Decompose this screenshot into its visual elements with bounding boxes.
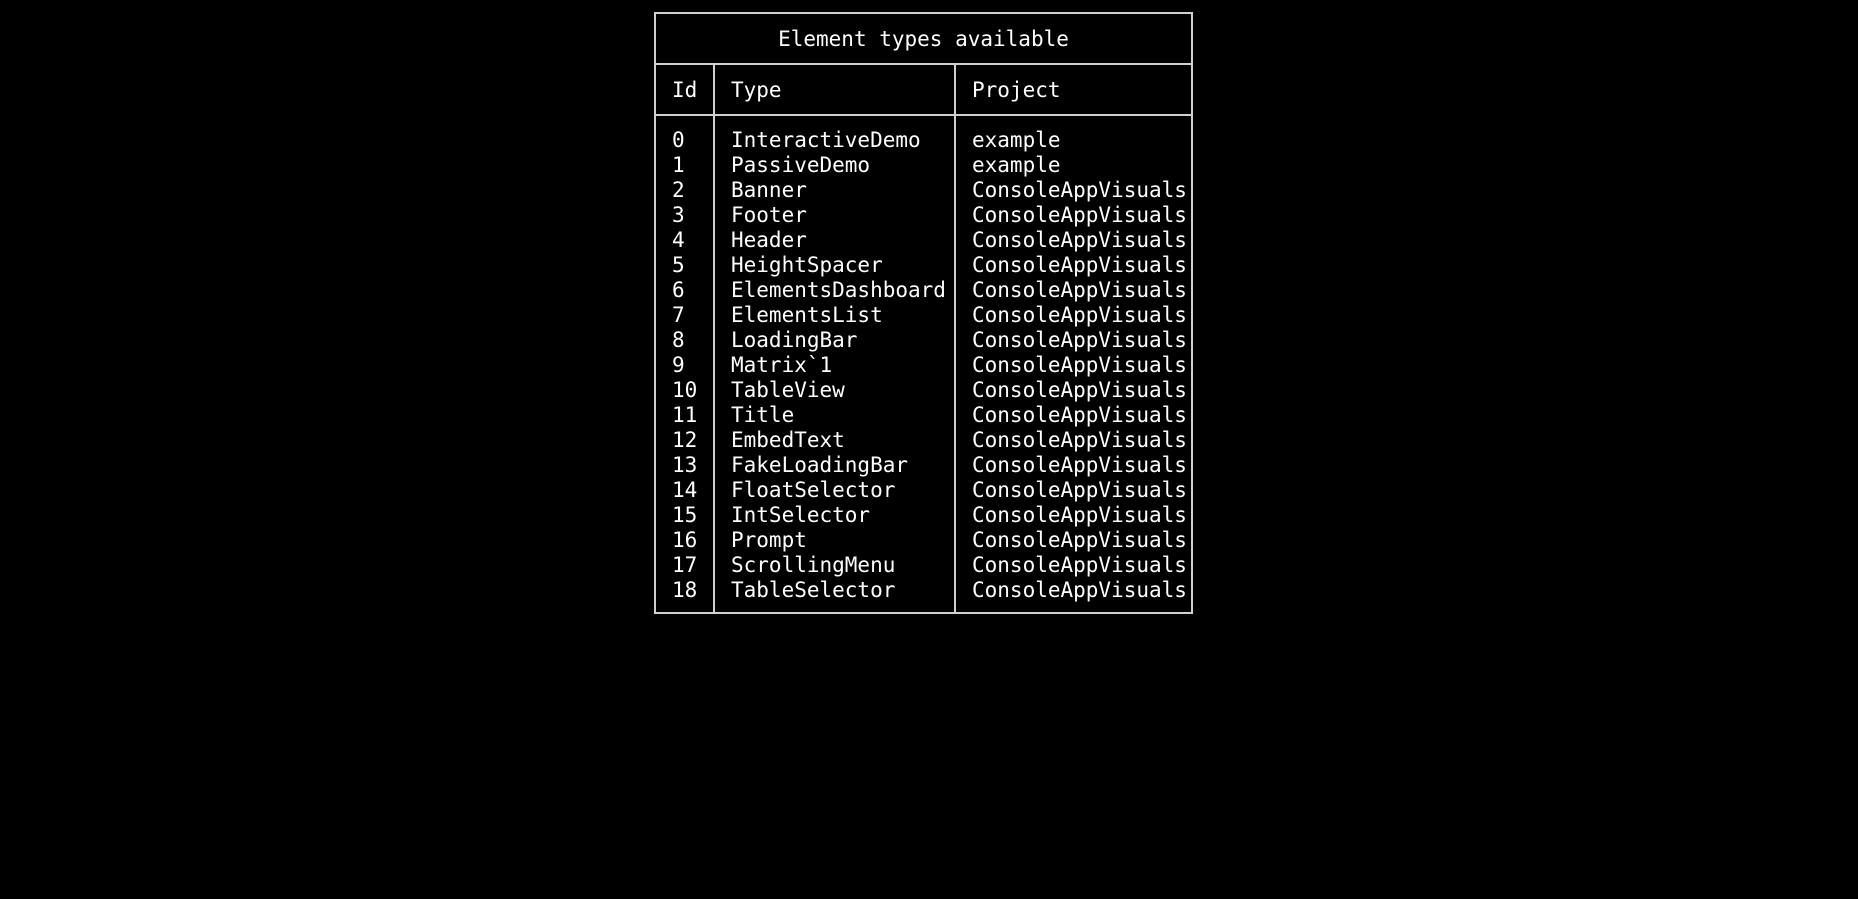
row-project-cell: ConsoleAppVisuals — [972, 503, 1187, 527]
row-project-cell: example — [972, 153, 1061, 177]
row-type-cell: ScrollingMenu — [731, 553, 896, 577]
row-type-cell: TableSelector — [731, 578, 896, 602]
row-type-cell: FloatSelector — [731, 478, 896, 502]
row-id-cell: 7 — [672, 303, 685, 327]
row-type-cell: TableView — [731, 378, 845, 402]
row-id-cell: 18 — [672, 578, 698, 602]
row-project-cell: ConsoleAppVisuals — [972, 553, 1187, 577]
row-project-cell: ConsoleAppVisuals — [972, 328, 1187, 352]
row-id-cell: 16 — [672, 528, 698, 552]
header-project: Project — [972, 77, 1061, 102]
row-type-cell: Footer — [731, 203, 807, 227]
row-id-cell: 8 — [672, 328, 685, 352]
row-id-cell: 10 — [672, 378, 698, 402]
row-type-cell: Banner — [731, 178, 807, 202]
row-project-cell: ConsoleAppVisuals — [972, 203, 1187, 227]
row-type-cell: Header — [731, 228, 807, 252]
row-id-cell: 6 — [672, 278, 685, 302]
row-type-cell: PassiveDemo — [731, 153, 871, 177]
row-id-cell: 3 — [672, 203, 685, 227]
element-types-table: Element types available Id Type Project … — [654, 12, 1193, 614]
row-id-cell: 15 — [672, 503, 698, 527]
row-type-cell: ElementsList — [731, 303, 883, 327]
row-project-cell: ConsoleAppVisuals — [972, 253, 1187, 277]
row-id-cell: 12 — [672, 428, 698, 452]
header-id: Id — [656, 65, 715, 114]
row-id-cell: 0 — [672, 128, 685, 152]
row-type-cell: FakeLoadingBar — [731, 453, 909, 477]
row-project-cell: ConsoleAppVisuals — [972, 178, 1187, 202]
row-project-cell: example — [972, 128, 1061, 152]
row-project-cell: ConsoleAppVisuals — [972, 478, 1187, 502]
row-type-cell: HeightSpacer — [731, 253, 883, 277]
table-body: 0 1 2 3 4 5 6 7 8 9 10 11 12 13 14 15 16 17 18 Interactive… — [656, 116, 1191, 612]
project-column: example example ConsoleAppVisuals ConsoleAp… — [956, 116, 1191, 612]
table-header-row: Id Type Project — [656, 65, 1191, 116]
row-project-cell: ConsoleAppVisuals — [972, 453, 1187, 477]
row-id-cell: 17 — [672, 553, 698, 577]
row-project-cell: ConsoleAppVisuals — [972, 528, 1187, 552]
row-project-cell: ConsoleAppVisuals — [972, 303, 1187, 327]
row-type-cell: IntSelector — [731, 503, 871, 527]
header-type: Type — [715, 65, 956, 114]
row-id-cell: 11 — [672, 403, 698, 427]
row-type-cell: Matrix`1 — [731, 353, 833, 377]
row-type-cell: ElementsDashboard — [731, 278, 946, 302]
row-id-cell: 4 — [672, 228, 685, 252]
row-type-cell: Title — [731, 403, 795, 427]
table-title: Element types available — [656, 14, 1191, 65]
row-project-cell: ConsoleAppVisuals — [972, 228, 1187, 252]
row-type-cell: LoadingBar — [731, 328, 858, 352]
row-id-cell: 1 — [672, 153, 685, 177]
row-id-cell: 14 — [672, 478, 698, 502]
id-column: 0 1 2 3 4 5 6 7 8 9 10 11 12 13 14 15 16 17 18 — [656, 116, 715, 612]
row-id-cell: 5 — [672, 253, 685, 277]
row-type-cell: Prompt — [731, 528, 807, 552]
row-id-cell: 2 — [672, 178, 685, 202]
row-id-cell: 9 — [672, 353, 685, 377]
row-project-cell: ConsoleAppVisuals — [972, 378, 1187, 402]
row-type-cell: InteractiveDemo — [731, 128, 921, 152]
type-column: InteractiveDemo PassiveDemo Banner Footer He… — [715, 116, 956, 612]
row-project-cell: ConsoleAppVisuals — [972, 353, 1187, 377]
row-project-cell: ConsoleAppVisuals — [972, 278, 1187, 302]
row-type-cell: EmbedText — [731, 428, 845, 452]
row-id-cell: 13 — [672, 453, 698, 477]
row-project-cell: ConsoleAppVisuals — [972, 578, 1187, 602]
row-project-cell: ConsoleAppVisuals — [972, 403, 1187, 427]
row-project-cell: ConsoleAppVisuals — [972, 428, 1187, 452]
